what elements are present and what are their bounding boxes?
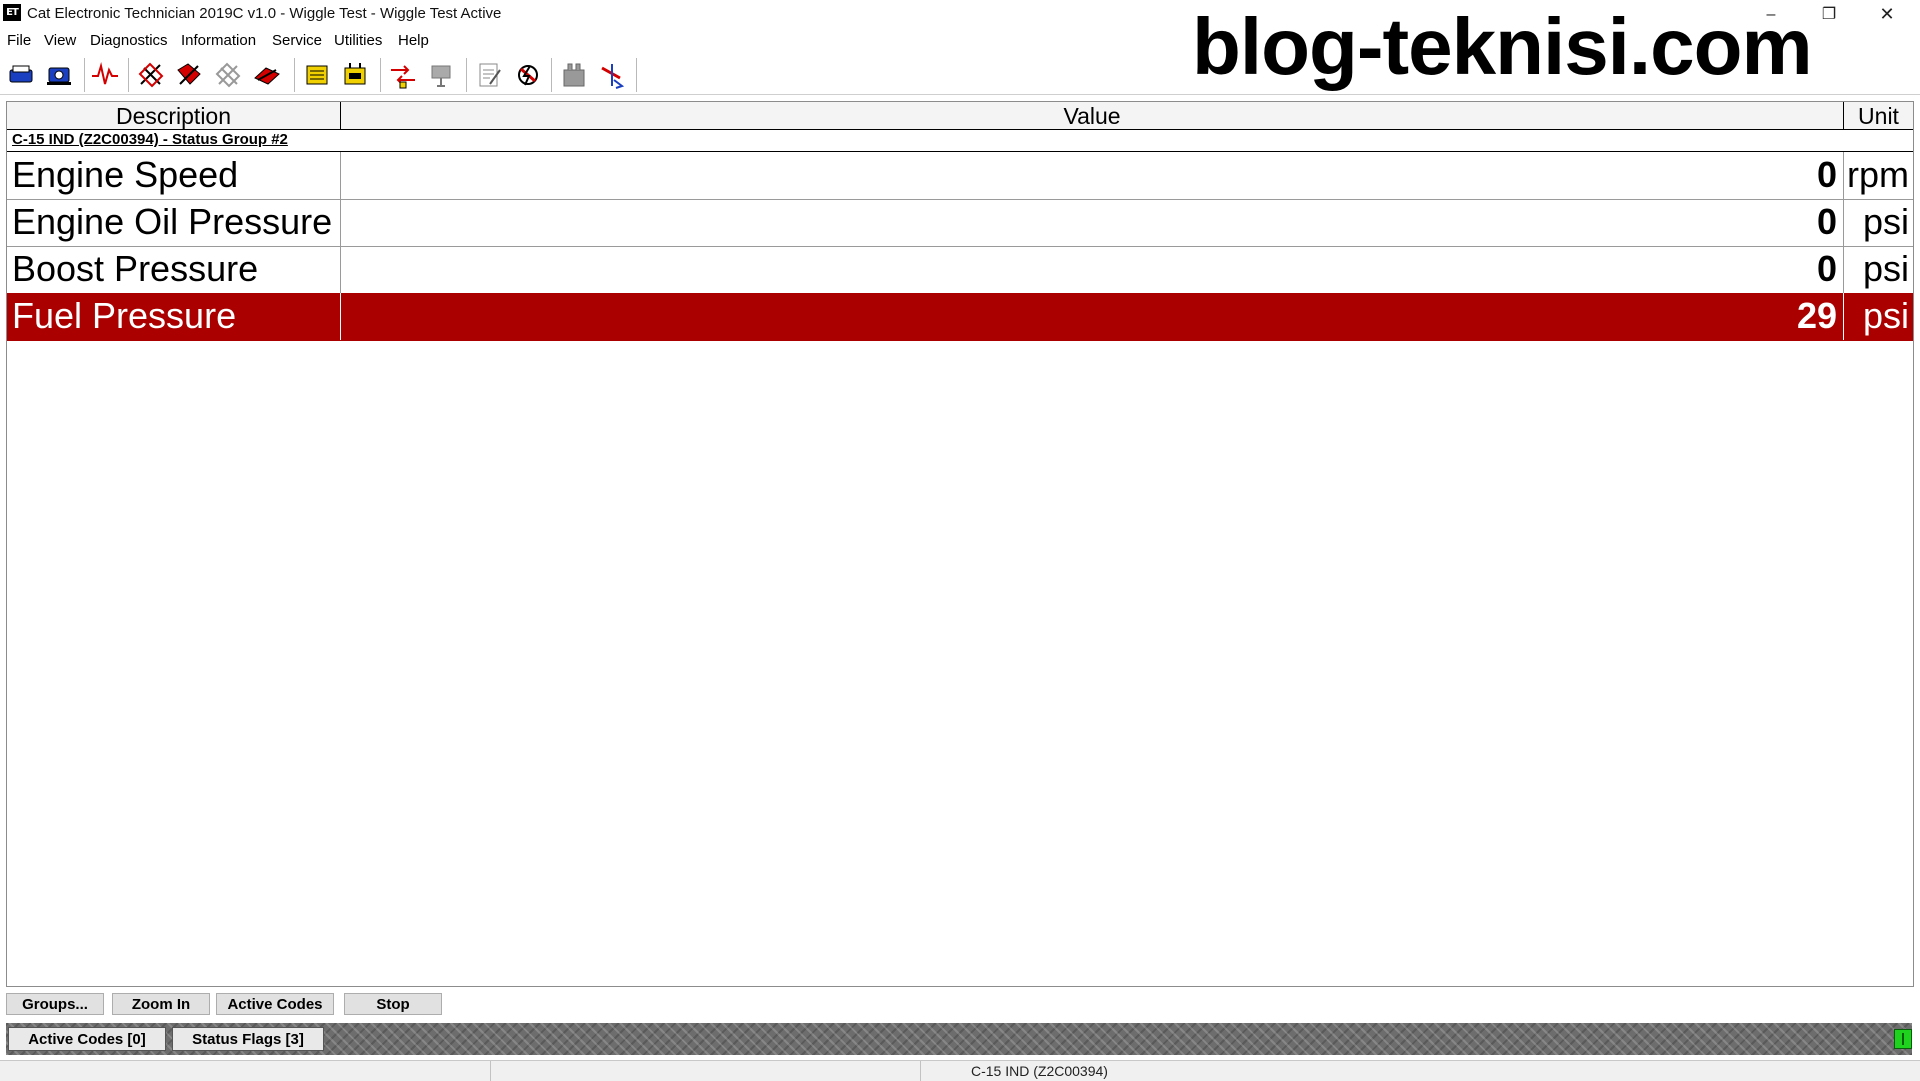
window-title: Cat Electronic Technician 2019C v1.0 - W… (27, 5, 502, 22)
table-row-alert[interactable]: Fuel Pressure 29 psi (7, 293, 1913, 341)
status-table: Description Value Unit C-15 IND (Z2C0039… (6, 101, 1914, 987)
row-value: 0 (341, 246, 1844, 293)
app-icon: ET (3, 4, 21, 21)
menu-service[interactable]: Service (272, 32, 322, 49)
status-group-row: C-15 IND (Z2C00394) - Status Group #2 (7, 130, 1913, 152)
row-value: 0 (341, 152, 1844, 199)
row-description: Fuel Pressure (7, 293, 341, 340)
ecm-status-text: C-15 IND (Z2C00394) (971, 1063, 1108, 1079)
connection-led-icon (1894, 1029, 1912, 1049)
injector-icon[interactable] (598, 60, 628, 90)
restore-button[interactable]: ❐ (1806, 0, 1852, 29)
row-value: 0 (341, 199, 1844, 246)
menu-diagnostics[interactable]: Diagnostics (90, 32, 168, 49)
flash-icon[interactable] (513, 60, 543, 90)
status-group-label[interactable]: C-15 IND (Z2C00394) - Status Group #2 (12, 131, 288, 148)
menu-bar: File View Diagnostics Information Servic… (0, 29, 1920, 53)
waveform-icon[interactable] (90, 60, 120, 90)
status-strip: Active Codes [0] Status Flags [3] (6, 1023, 1912, 1055)
calibration-icon[interactable] (474, 60, 504, 90)
row-unit: psi (1862, 295, 1909, 336)
toolbar-separator (466, 58, 468, 92)
status-flags-indicator[interactable]: Status Flags [3] (172, 1027, 324, 1051)
column-header-unit[interactable]: Unit (1844, 102, 1913, 130)
table-row[interactable]: Boost Pressure 0 psi (7, 246, 1913, 294)
logged-codes-icon[interactable] (213, 60, 243, 90)
table-row[interactable]: Engine Oil Pressure 0 psi (7, 199, 1913, 247)
row-description: Engine Oil Pressure (7, 199, 341, 246)
table-row[interactable]: Engine Speed 0 rpm (7, 152, 1913, 200)
zoom-in-button[interactable]: Zoom In (112, 993, 210, 1015)
configuration-icon[interactable] (302, 60, 332, 90)
toolbar-separator (128, 58, 130, 92)
ecm-summary-icon[interactable] (44, 60, 74, 90)
row-description: Boost Pressure (7, 246, 341, 293)
status-bar: C-15 IND (Z2C00394) (0, 1060, 1920, 1081)
statusbar-separator (920, 1061, 921, 1081)
menu-file[interactable]: File (7, 32, 31, 49)
toolbar (0, 54, 1920, 95)
close-button[interactable]: ✕ (1864, 0, 1910, 29)
diagnostic-codes-icon[interactable] (136, 60, 166, 90)
statusbar-separator (490, 1061, 491, 1081)
row-unit: psi (1862, 201, 1909, 242)
connect-icon[interactable] (6, 60, 36, 90)
menu-help[interactable]: Help (398, 32, 429, 49)
column-header-value[interactable]: Value (341, 102, 1844, 130)
row-unit: rpm (1847, 154, 1909, 195)
toolbar-separator (551, 58, 553, 92)
cylinder-cutout-icon[interactable] (427, 60, 457, 90)
toolbar-separator (294, 58, 296, 92)
status-icon[interactable] (340, 60, 370, 90)
row-unit: psi (1862, 248, 1909, 289)
event-codes-icon[interactable] (174, 60, 204, 90)
product-link-icon[interactable] (559, 60, 589, 90)
clear-codes-icon[interactable] (252, 60, 282, 90)
menu-information[interactable]: Information (181, 32, 256, 49)
toolbar-separator (84, 58, 86, 92)
toolbar-separator (636, 58, 638, 92)
column-header-description[interactable]: Description (7, 102, 341, 130)
menu-utilities[interactable]: Utilities (334, 32, 382, 49)
active-codes-button[interactable]: Active Codes (216, 993, 334, 1015)
wiggle-test-icon[interactable] (388, 60, 418, 90)
menu-view[interactable]: View (44, 32, 76, 49)
row-description: Engine Speed (7, 152, 341, 199)
active-codes-indicator[interactable]: Active Codes [0] (8, 1027, 166, 1051)
row-value: 29 (341, 293, 1844, 340)
groups-button[interactable]: Groups... (6, 993, 104, 1015)
toolbar-separator (380, 58, 382, 92)
stop-button[interactable]: Stop (344, 993, 442, 1015)
